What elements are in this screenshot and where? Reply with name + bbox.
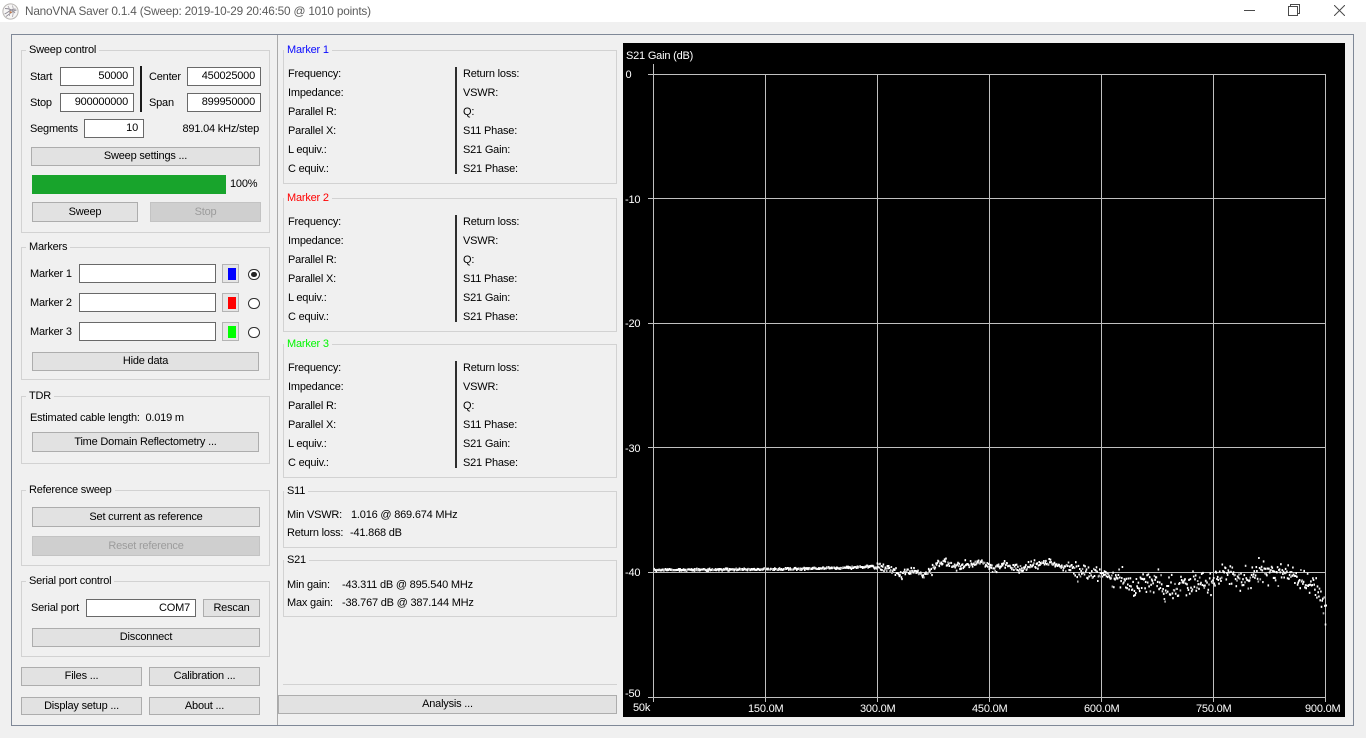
svg-text:300.0M: 300.0M	[860, 703, 896, 715]
svg-text:-20: -20	[625, 318, 640, 330]
svg-text:750.0M: 750.0M	[1196, 703, 1232, 715]
svg-text:-40: -40	[625, 567, 640, 579]
svg-text:S21 Gain (dB): S21 Gain (dB)	[626, 50, 693, 62]
svg-text:-50: -50	[625, 688, 640, 700]
svg-text:0: 0	[626, 69, 632, 81]
svg-text:-10: -10	[625, 194, 640, 206]
svg-text:-30: -30	[625, 443, 640, 455]
svg-text:50k: 50k	[633, 702, 651, 714]
svg-text:450.0M: 450.0M	[972, 703, 1008, 715]
svg-text:150.0M: 150.0M	[748, 703, 784, 715]
svg-text:900.0M: 900.0M	[1305, 703, 1341, 715]
svg-text:600.0M: 600.0M	[1084, 703, 1120, 715]
